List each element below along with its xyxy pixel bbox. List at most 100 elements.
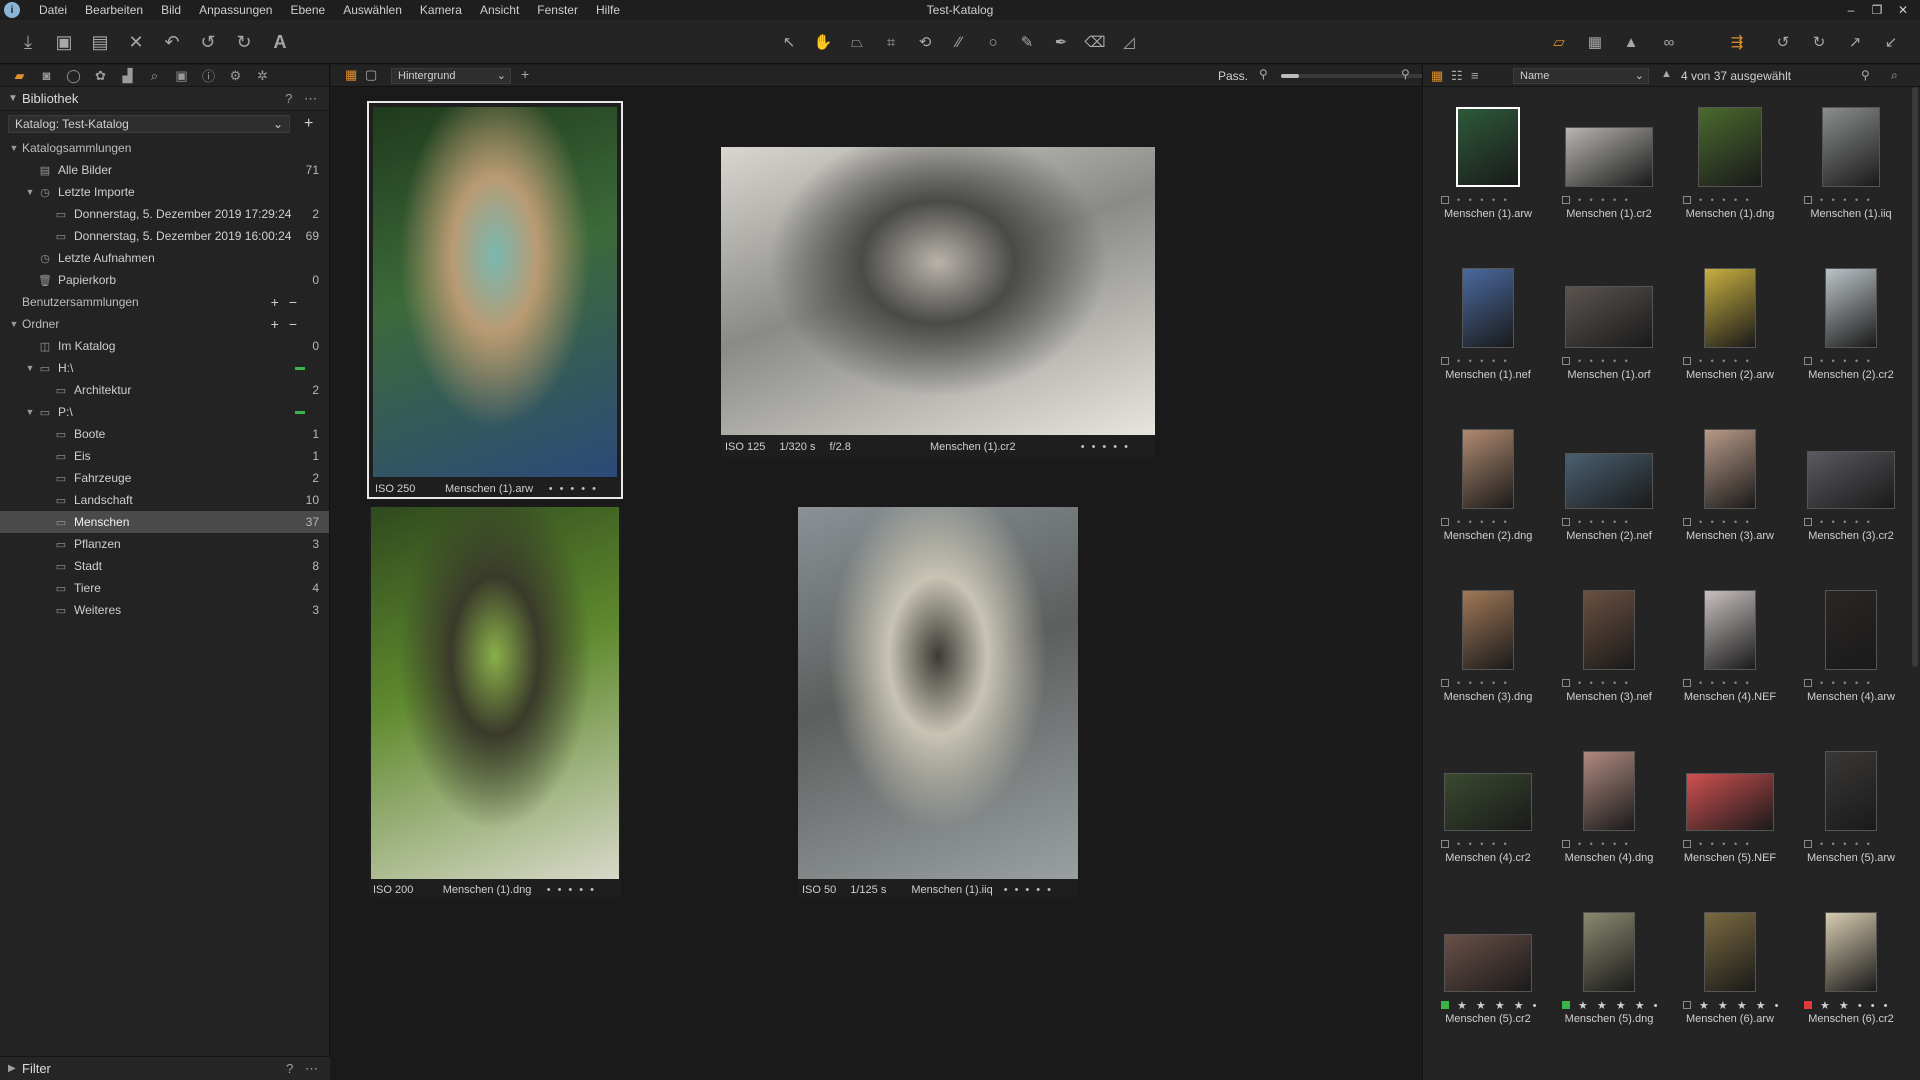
color-tab-icon[interactable]: ✿ <box>87 68 114 84</box>
sort-direction-icon[interactable]: ▲ <box>1661 68 1672 80</box>
collapse-icon[interactable]: ↙ <box>1878 31 1904 53</box>
thumbnail[interactable]: • • • • • Menschen (4).dng <box>1550 737 1668 897</box>
star-rating[interactable]: • • • • • <box>1457 839 1510 849</box>
menu-item-bearbeiten[interactable]: Bearbeiten <box>76 0 152 20</box>
rating-dots[interactable]: ••••• <box>547 884 601 896</box>
tree-item[interactable]: ▭ Pflanzen 3 <box>0 533 329 555</box>
thumbnail[interactable]: • • • • • Menschen (1).dng <box>1671 93 1789 253</box>
text-icon[interactable]: A <box>266 28 294 56</box>
thumbnail-image[interactable] <box>1565 127 1653 187</box>
thumbnail[interactable]: • • • • • Menschen (1).nef <box>1429 254 1547 414</box>
thumbnail[interactable]: • • • • • Menschen (4).NEF <box>1671 576 1789 736</box>
tree-item[interactable]: ▭ Architektur 2 <box>0 379 329 401</box>
thumbnail-image[interactable] <box>1444 934 1532 992</box>
thumbnail[interactable]: • • • • • Menschen (2).nef <box>1550 415 1668 575</box>
star-rating[interactable]: • • • • • <box>1578 678 1631 688</box>
star-rating[interactable]: • • • • • <box>1820 195 1873 205</box>
browser-scrollbar[interactable] <box>1912 87 1918 667</box>
thumbnail[interactable]: • • • • • Menschen (2).cr2 <box>1792 254 1910 414</box>
star-rating[interactable]: ★ ★ • • • <box>1820 999 1891 1012</box>
minimize-icon[interactable]: – <box>1838 3 1864 17</box>
background-select[interactable]: Hintergrund ⌄ <box>391 68 511 84</box>
output-tab-icon[interactable]: ⚙ <box>222 68 249 84</box>
thumbnail[interactable]: • • • • • Menschen (1).orf <box>1550 254 1668 414</box>
color-tag[interactable] <box>1683 840 1691 848</box>
tree-item[interactable]: 🗑 Papierkorb 0 <box>0 269 329 291</box>
search-zoom-icon[interactable]: ⚲ <box>1861 68 1870 82</box>
crop-icon[interactable]: ⌗ <box>878 31 904 53</box>
star-rating[interactable]: • • • • • <box>1578 839 1631 849</box>
more-icon[interactable]: ⋯ <box>304 91 321 106</box>
tree-item[interactable]: ▭ Fahrzeuge 2 <box>0 467 329 489</box>
help-icon[interactable]: ? <box>286 1061 297 1076</box>
view-mode-icon[interactable]: ▱ <box>1546 31 1572 53</box>
exposure-tab-icon[interactable]: ▟ <box>114 68 141 84</box>
star-rating[interactable]: • • • • • <box>1457 517 1510 527</box>
star-rating[interactable]: • • • • • <box>1699 678 1752 688</box>
star-rating[interactable]: ★ ★ ★ ★ • <box>1699 999 1782 1012</box>
thumbnail-image[interactable] <box>1822 107 1880 187</box>
thumbnail[interactable]: • • • • • Menschen (2).arw <box>1671 254 1789 414</box>
redo-icon[interactable]: ↻ <box>230 28 258 56</box>
thumbnail[interactable]: • • • • • Menschen (2).dng <box>1429 415 1547 575</box>
thumbnail[interactable]: ★ ★ ★ ★ • Menschen (5).cr2 <box>1429 898 1547 1058</box>
grid-icon[interactable]: ▦ <box>1582 31 1608 53</box>
star-rating[interactable]: • • • • • <box>1457 195 1510 205</box>
color-tag[interactable] <box>1804 196 1812 204</box>
menu-item-kamera[interactable]: Kamera <box>411 0 471 20</box>
color-tag[interactable] <box>1441 840 1449 848</box>
star-rating[interactable]: • • • • • <box>1578 356 1631 366</box>
thumbnail[interactable]: • • • • • Menschen (4).cr2 <box>1429 737 1547 897</box>
chevron-down-icon[interactable]: ▼ <box>24 363 36 373</box>
maximize-icon[interactable]: ❐ <box>1864 3 1890 17</box>
expand-icon[interactable]: ↗ <box>1842 31 1868 53</box>
tree-item[interactable]: ▭ Tiere 4 <box>0 577 329 599</box>
chevron-down-icon[interactable]: ▼ <box>24 407 36 417</box>
color-tag[interactable] <box>1441 196 1449 204</box>
thumbnail-image[interactable] <box>1583 590 1635 670</box>
thumbnail[interactable]: • • • • • Menschen (3).dng <box>1429 576 1547 736</box>
zoom-out-icon[interactable]: ⚲ <box>1259 67 1268 81</box>
grid-view-icon[interactable]: ▦ <box>1431 68 1443 84</box>
thumbnail-image[interactable] <box>1825 590 1877 670</box>
color-tag[interactable] <box>1683 518 1691 526</box>
warning-icon[interactable]: ▲ <box>1618 31 1644 53</box>
thumbnail[interactable]: • • • • • Menschen (5).NEF <box>1671 737 1789 897</box>
thumbnail-image[interactable] <box>1583 912 1635 992</box>
filter-header[interactable]: ▶ Filter ? ⋯ <box>0 1056 330 1080</box>
thumbnail-image[interactable] <box>1565 286 1653 348</box>
color-tag[interactable] <box>1562 357 1570 365</box>
tree-item[interactable]: ▼ ◷ Letzte Importe <box>0 181 329 203</box>
tree-item[interactable]: ◷ Letzte Aufnahmen <box>0 247 329 269</box>
capture-tab-icon[interactable]: ◙ <box>33 68 60 83</box>
thumbnail[interactable]: • • • • • Menschen (1).cr2 <box>1550 93 1668 253</box>
thumbnail[interactable]: • • • • • Menschen (1).arw <box>1429 93 1547 253</box>
star-rating[interactable]: • • • • • <box>1699 356 1752 366</box>
star-rating[interactable]: • • • • • <box>1820 517 1873 527</box>
tree-item[interactable]: ▼ ▭ P:\ <box>0 401 329 423</box>
color-tag[interactable] <box>1804 679 1812 687</box>
brush-icon[interactable]: ✎ <box>1014 31 1040 53</box>
tree-item[interactable]: ▭ Boote 1 <box>0 423 329 445</box>
color-tag[interactable] <box>1804 840 1812 848</box>
menu-item-bild[interactable]: Bild <box>152 0 190 20</box>
thumbnail[interactable]: • • • • • Menschen (5).arw <box>1792 737 1910 897</box>
delete-icon[interactable]: ✕ <box>122 28 150 56</box>
thumbnail-image[interactable] <box>1462 268 1514 348</box>
thumbnail[interactable]: ★ ★ • • • Menschen (6).cr2 <box>1792 898 1910 1058</box>
rating-dots[interactable]: ••••• <box>1081 441 1135 453</box>
add-remove-actions[interactable]: +− <box>271 294 307 310</box>
library-tab-icon[interactable]: ▰ <box>6 68 33 84</box>
star-rating[interactable]: • • • • • <box>1578 517 1631 527</box>
star-rating[interactable]: • • • • • <box>1699 195 1752 205</box>
export-icon[interactable]: ▤ <box>86 28 114 56</box>
tree-item[interactable]: ▤ Alle Bilder 71 <box>0 159 329 181</box>
viewer-photo[interactable]: ISO 250 Menschen (1).arw ••••• <box>367 101 623 499</box>
zoom-fit-label[interactable]: Pass. <box>1218 69 1248 83</box>
rating-dots[interactable]: ••••• <box>549 483 603 495</box>
thumbnail-image[interactable] <box>1704 590 1756 670</box>
filmstrip-view-icon[interactable]: ☷ <box>1451 68 1463 84</box>
camera-icon[interactable]: ▣ <box>50 28 78 56</box>
tree-item[interactable]: ▭ Menschen 37 <box>0 511 329 533</box>
zoom-slider-handle[interactable] <box>1281 74 1299 78</box>
